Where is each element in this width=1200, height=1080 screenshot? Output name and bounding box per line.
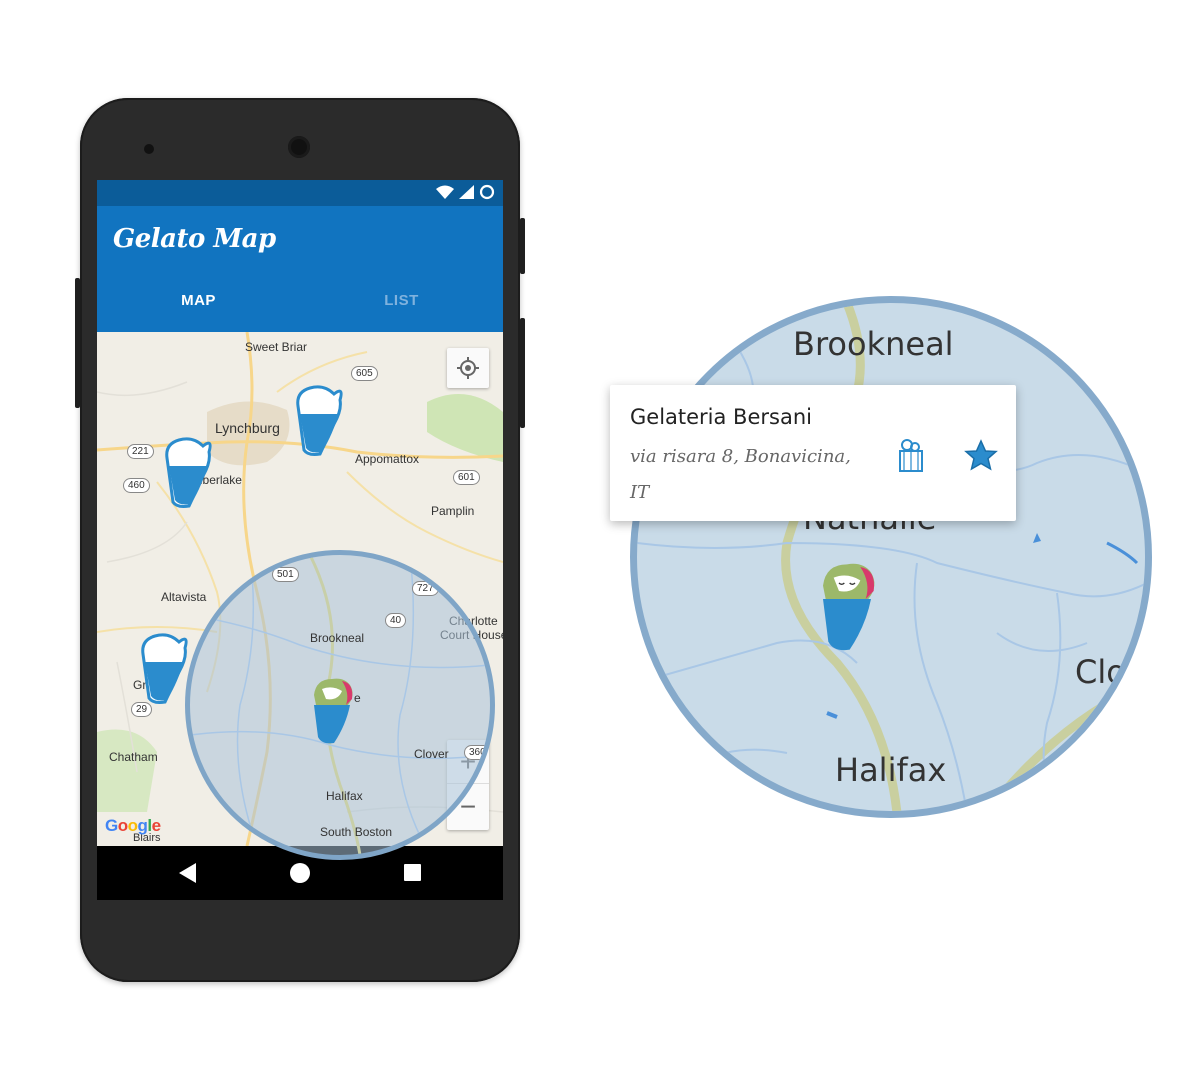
lens-large-roads (637, 303, 1145, 811)
map-label-clover: Clover (414, 747, 449, 761)
app-title: Gelato Map (113, 224, 276, 254)
map-label-south-boston: South Boston (320, 825, 393, 839)
signal-icon (459, 185, 474, 199)
gelato-pin-icon[interactable] (163, 436, 213, 508)
shop-name: Gelateria Bersani (630, 405, 812, 429)
map-label-halifax: Halifax (326, 789, 363, 803)
home-icon[interactable] (290, 863, 310, 883)
google-letter: g (137, 816, 148, 835)
directions-map-icon[interactable] (896, 437, 926, 473)
google-letter: o (117, 816, 128, 835)
crosshair-icon (457, 357, 479, 379)
zoom-label-clover: Clo (1075, 653, 1126, 691)
google-letter: o (127, 816, 138, 835)
phone-sensor (144, 144, 154, 154)
magnifier-small: 501 727 47 40 360 Brookneal e Clover Hal… (185, 550, 495, 860)
map-label-appomattox: Appomattox (355, 452, 420, 466)
route-shield-221: 221 (127, 444, 154, 459)
favorite-star-icon[interactable] (964, 439, 998, 473)
map-label-chatham: Chatham (109, 750, 158, 764)
route-shield-460: 460 (123, 478, 150, 493)
recent-apps-icon[interactable] (404, 864, 421, 881)
status-bar (97, 180, 503, 206)
wifi-icon (436, 185, 454, 199)
status-icons (436, 184, 495, 200)
map-label-lynchburg: Lynchburg (215, 420, 280, 436)
tab-map[interactable]: MAP (97, 292, 300, 309)
google-attribution: Google (105, 816, 161, 836)
route-shield-601: 601 (453, 470, 480, 485)
route-shield-29: 29 (131, 702, 153, 717)
google-letter: e (151, 816, 161, 835)
gelato-pin-icon[interactable] (139, 632, 189, 704)
gelato-pin-icon[interactable] (294, 384, 344, 456)
shop-info-card[interactable]: Gelateria Bersani via risara 8, Bonavici… (610, 385, 1016, 521)
route-shield-360: 360 (464, 745, 490, 760)
map-label-pamplin: Pamplin (431, 504, 475, 518)
selected-gelato-pin-icon[interactable] (813, 559, 881, 655)
map-label-brookneal: Brookneal (310, 631, 365, 645)
shop-address: via risara 8, Bonavicina, IT (630, 446, 851, 503)
route-shield-727: 727 (412, 581, 439, 596)
phone-side-button-top (520, 218, 525, 274)
route-shield-15: 15 (472, 837, 490, 852)
magnifier-large: Brookneal Nathalie Clo Halifax (630, 296, 1152, 818)
tab-list[interactable]: LIST (300, 292, 503, 309)
app-bar: Gelato Map MAP LIST (97, 206, 503, 332)
phone-side-button-right (520, 318, 525, 428)
route-shield-40: 40 (385, 613, 407, 628)
zoom-label-halifax: Halifax (835, 751, 947, 789)
route-shield-501: 501 (272, 567, 299, 582)
battery-icon (479, 184, 495, 200)
google-letter: G (105, 816, 118, 835)
selected-gelato-pin-icon[interactable] (308, 675, 356, 747)
route-shield-47: 47 (436, 557, 458, 572)
phone-side-button-left (75, 278, 80, 408)
route-shield-605: 605 (351, 366, 378, 381)
zoom-label-brookneal: Brookneal (793, 325, 954, 363)
back-icon[interactable] (179, 863, 196, 883)
map-label-sweet-briar: Sweet Briar (245, 340, 308, 354)
my-location-button[interactable] (447, 348, 489, 388)
phone-camera (288, 136, 310, 158)
